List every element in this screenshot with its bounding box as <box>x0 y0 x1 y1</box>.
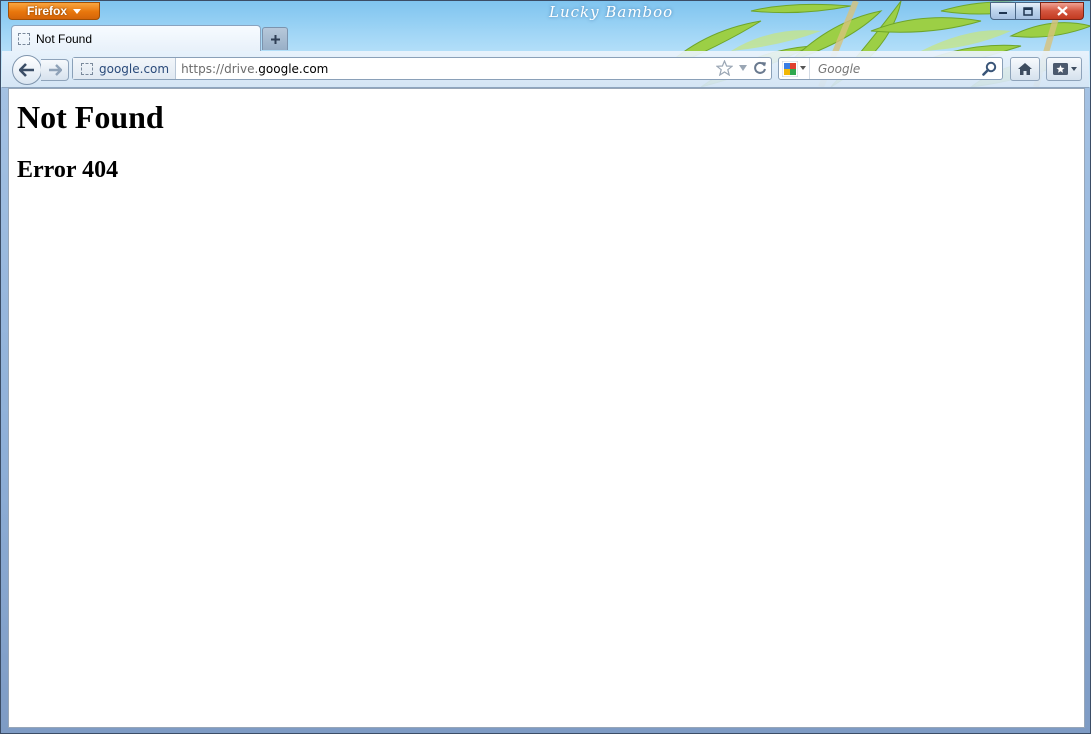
dropdown-arrow-icon[interactable] <box>738 64 748 72</box>
caret-down-icon <box>73 8 81 14</box>
search-input[interactable] <box>816 60 980 77</box>
browser-window: Lucky Bamboo Firefox Not Found google.co… <box>0 0 1091 734</box>
reload-icon[interactable] <box>753 61 767 75</box>
new-tab-button[interactable] <box>262 27 288 50</box>
magnifier-icon[interactable] <box>982 61 997 76</box>
tab-not-found[interactable]: Not Found <box>11 25 261 51</box>
url-bar[interactable]: google.com https://drive.google.com <box>72 57 772 80</box>
minimize-icon <box>999 12 1007 14</box>
firefox-menu-button[interactable]: Firefox <box>8 2 100 20</box>
url-text[interactable]: https://drive.google.com <box>176 62 328 76</box>
bookmarks-button[interactable] <box>1046 57 1082 81</box>
firefox-menu-label: Firefox <box>26 4 67 18</box>
url-host: google.com <box>258 61 329 76</box>
home-button[interactable] <box>1010 57 1040 81</box>
home-icon <box>1018 63 1032 75</box>
maximize-icon <box>1023 6 1033 16</box>
maximize-button[interactable] <box>1015 2 1041 20</box>
site-favicon-icon <box>81 62 93 75</box>
bookmarks-icon <box>1052 63 1068 75</box>
back-arrow-icon <box>19 63 34 77</box>
page-content: Not Found Error 404 <box>8 88 1085 728</box>
close-window-button[interactable] <box>1040 2 1084 20</box>
window-controls <box>990 2 1084 20</box>
forward-button[interactable] <box>41 59 69 81</box>
navigation-toolbar: google.com https://drive.google.com <box>2 51 1089 88</box>
bookmarks-dropdown-icon <box>1070 66 1077 71</box>
page-subheading: Error 404 <box>17 157 119 183</box>
identity-label: google.com <box>99 61 170 76</box>
google-icon <box>782 60 798 77</box>
search-engine-selector[interactable] <box>779 58 810 79</box>
close-icon <box>1056 6 1068 16</box>
minimize-button[interactable] <box>990 2 1016 20</box>
engine-dropdown-icon <box>800 66 806 70</box>
site-identity-button[interactable]: google.com <box>73 58 177 79</box>
back-button[interactable] <box>12 55 42 85</box>
page-heading: Not Found <box>17 99 164 135</box>
url-bar-icons <box>716 60 767 76</box>
forward-arrow-icon <box>48 64 62 76</box>
tab-label: Not Found <box>36 31 93 46</box>
plus-icon <box>270 34 280 44</box>
url-prefix: https://drive. <box>181 61 259 76</box>
page-favicon-icon <box>18 32 30 45</box>
search-bar[interactable] <box>778 57 1003 80</box>
star-icon[interactable] <box>716 60 733 76</box>
